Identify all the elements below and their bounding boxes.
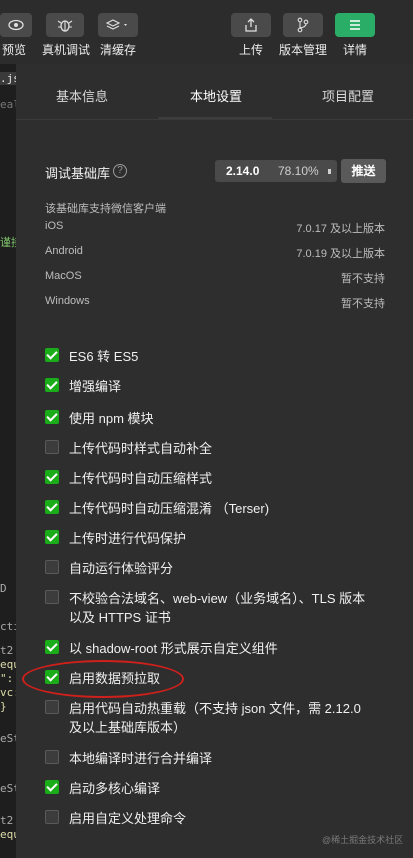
os-name: MacOS bbox=[45, 270, 82, 282]
checkbox-checked[interactable] bbox=[45, 378, 59, 392]
checkbox-checked[interactable] bbox=[45, 500, 59, 514]
preview-label: 预览 bbox=[2, 43, 27, 57]
editor-fragment: eSt bbox=[0, 782, 16, 795]
os-min-version: 7.0.17 及以上版本 bbox=[296, 223, 385, 235]
option-label: 不校验合法域名、web-view（业务域名）、TLS 版本以及 HTTPS 证书 bbox=[69, 591, 366, 625]
option-label: 上传代码时自动压缩混淆 （Terser) bbox=[69, 501, 270, 516]
support-note: 该基础库支持微信客户端 bbox=[45, 203, 166, 215]
toolbar: 预览 真机调试 清缓存 上传 版本管理 详情 bbox=[0, 0, 413, 64]
editor-fragment: t2 bbox=[0, 814, 14, 827]
annotation-ellipse bbox=[22, 660, 184, 698]
checkbox-unchecked[interactable] bbox=[45, 560, 59, 574]
option-label: 使用 npm 模块 bbox=[69, 411, 154, 426]
option-label: 增强编译 bbox=[69, 379, 122, 394]
tab-bar: 基本信息 本地设置 项目配置 bbox=[16, 64, 413, 120]
details-panel: 基本信息 本地设置 项目配置 调试基础库 ? 2.14.0 78.10% 推送 … bbox=[16, 64, 413, 858]
os-name: Windows bbox=[45, 295, 90, 307]
tab-project-config[interactable]: 项目配置 bbox=[322, 86, 374, 105]
editor-fragment: ": bbox=[0, 672, 14, 685]
os-min-version: 7.0.19 及以上版本 bbox=[296, 248, 385, 260]
option-label: 以 shadow-root 形式展示自定义组件 bbox=[69, 641, 278, 656]
eye-icon bbox=[0, 13, 32, 37]
checkbox-checked[interactable] bbox=[45, 780, 59, 794]
upload-icon bbox=[231, 13, 271, 37]
tab-basic-info[interactable]: 基本信息 bbox=[56, 86, 108, 105]
editor-fragment: t2 bbox=[0, 644, 14, 657]
editor-fragment: vc: bbox=[0, 686, 16, 699]
checkbox-unchecked[interactable] bbox=[45, 440, 59, 454]
os-min-version: 暂不支持 bbox=[341, 273, 385, 285]
editor-fragment: D bbox=[0, 582, 7, 595]
os-support-row: Windows 暂不支持 bbox=[45, 295, 385, 310]
checkbox-unchecked[interactable] bbox=[45, 590, 59, 604]
details-label: 详情 bbox=[343, 43, 368, 57]
chevron-down-icon bbox=[328, 169, 331, 174]
editor-fragment: equ bbox=[0, 658, 16, 671]
tab-local-settings[interactable]: 本地设置 bbox=[190, 86, 242, 105]
os-min-version: 暂不支持 bbox=[341, 298, 385, 310]
option-label: 本地编译时进行合并编译 bbox=[69, 751, 213, 766]
editor-fragment: 谨接 bbox=[0, 237, 16, 249]
option-label: 自动运行体验评分 bbox=[69, 561, 174, 576]
bug-icon bbox=[46, 13, 84, 37]
checkbox-unchecked[interactable] bbox=[45, 750, 59, 764]
checkbox-checked[interactable] bbox=[45, 410, 59, 424]
push-button[interactable]: 推送 bbox=[341, 159, 386, 183]
checkbox-unchecked[interactable] bbox=[45, 810, 59, 824]
device-debug-label: 真机调试 bbox=[42, 43, 91, 57]
watermark: @稀土掘金技术社区 bbox=[322, 835, 404, 845]
editor-fragment: cti bbox=[0, 620, 16, 633]
option-label: 启用代码自动热重载（不支持 json 文件，需 2.12.0 及以上基础库版本） bbox=[69, 701, 361, 735]
checkbox-checked[interactable] bbox=[45, 530, 59, 544]
active-tab-indicator bbox=[158, 117, 272, 119]
base-lib-version: 2.14.0 bbox=[226, 164, 260, 178]
option-label: 上传代码时自动压缩样式 bbox=[69, 471, 213, 486]
os-name: Android bbox=[45, 245, 83, 257]
branch-icon bbox=[283, 13, 323, 37]
editor-fragment: eal bbox=[0, 98, 16, 111]
layers-icon bbox=[98, 13, 138, 37]
checkbox-unchecked[interactable] bbox=[45, 700, 59, 714]
editor-fragment: eSt bbox=[0, 732, 16, 745]
version-management-label: 版本管理 bbox=[279, 43, 328, 57]
editor-fragment: equ bbox=[0, 828, 16, 841]
option-label: ES6 转 ES5 bbox=[69, 349, 139, 364]
upload-label: 上传 bbox=[239, 43, 264, 57]
base-lib-version-select[interactable]: 2.14.0 78.10% bbox=[215, 160, 337, 182]
os-support-row: MacOS 暂不支持 bbox=[45, 270, 385, 285]
base-lib-label: 调试基础库 bbox=[45, 166, 111, 181]
editor-peek-strip: .js eal 谨接 D cti t2 equ ": vc: } eSt eSt… bbox=[0, 64, 16, 858]
editor-fragment: } bbox=[0, 700, 7, 713]
option-label: 上传代码时样式自动补全 bbox=[69, 441, 213, 456]
checkbox-checked[interactable] bbox=[45, 640, 59, 654]
option-label: 启用自定义处理命令 bbox=[69, 811, 187, 826]
editor-fragment: .js bbox=[0, 72, 16, 85]
option-label: 启动多核心编译 bbox=[69, 781, 161, 796]
help-icon[interactable]: ? bbox=[113, 164, 127, 178]
menu-icon bbox=[335, 13, 375, 37]
checkbox-checked[interactable] bbox=[45, 348, 59, 362]
clear-cache-label: 清缓存 bbox=[100, 43, 137, 57]
checkbox-checked[interactable] bbox=[45, 470, 59, 484]
base-lib-percent: 78.10% bbox=[278, 164, 319, 178]
os-support-row: Android 7.0.19 及以上版本 bbox=[45, 245, 385, 260]
os-support-row: iOS 7.0.17 及以上版本 bbox=[45, 220, 385, 235]
option-label: 上传时进行代码保护 bbox=[69, 531, 187, 546]
os-name: iOS bbox=[45, 220, 64, 232]
